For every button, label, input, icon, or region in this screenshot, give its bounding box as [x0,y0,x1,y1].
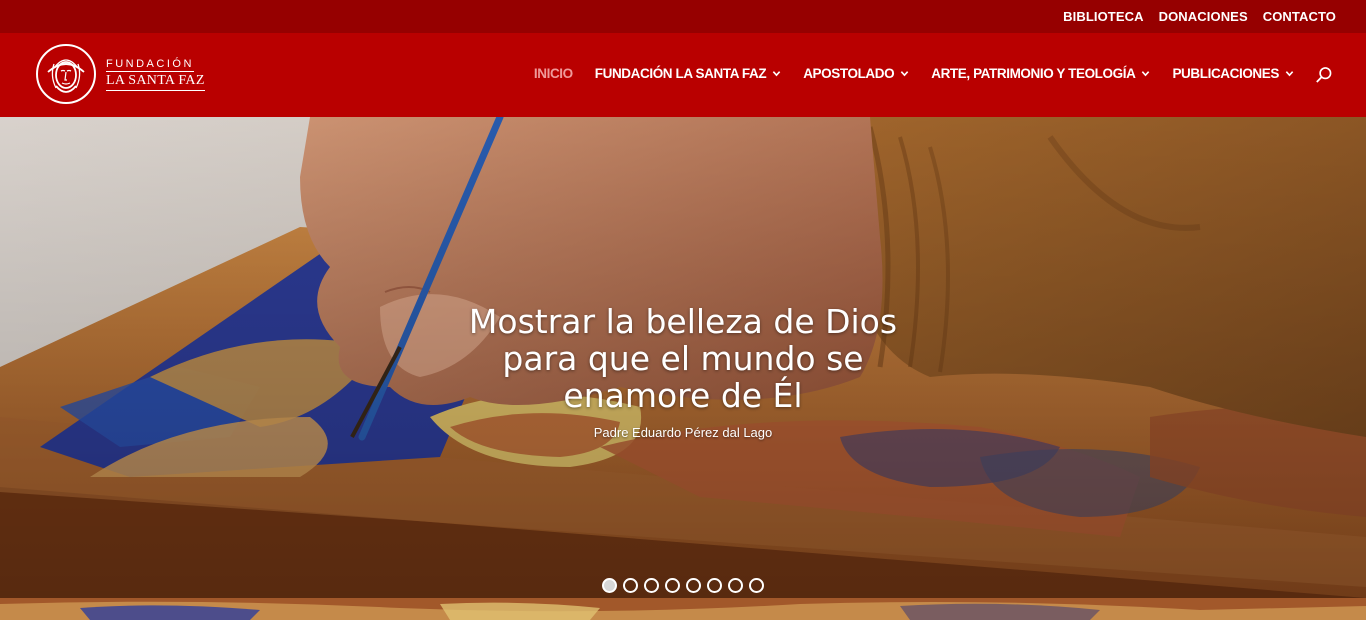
biblioteca-link[interactable]: BIBLIOTECA [1063,9,1143,24]
primary-menu: INICIO FUNDACIÓN LA SANTA FAZ APOSTOLADO… [534,66,1294,81]
slider-dot-8[interactable] [749,578,764,593]
chevron-down-icon [900,71,909,77]
menu-item-inicio[interactable]: INICIO [534,66,573,81]
hero-title-line: para que el mundo se [502,339,864,378]
slider-dot-7[interactable] [728,578,743,593]
menu-item-arte-patrimonio-teologia[interactable]: ARTE, PATRIMONIO Y TEOLOGÍA [931,66,1150,81]
main-navigation: FUNDACIÓN LA SANTA FAZ INICIO FUNDACIÓN … [0,33,1366,117]
contacto-link[interactable]: CONTACTO [1263,9,1336,24]
slider-dot-5[interactable] [686,578,701,593]
chevron-down-icon [1285,71,1294,77]
donaciones-link[interactable]: DONACIONES [1159,9,1248,24]
hero-title-line: Mostrar la belleza de Dios [468,302,898,341]
menu-item-label: FUNDACIÓN LA SANTA FAZ [594,66,767,81]
hero-title-line: enamore de Él [563,376,803,415]
logo-line-la-santa-faz: LA SANTA FAZ [106,73,205,91]
slider-pagination [0,578,1366,593]
next-section-image [0,598,1366,620]
search-icon[interactable] [1315,66,1333,84]
menu-item-label: APOSTOLADO [803,66,895,81]
menu-item-label: ARTE, PATRIMONIO Y TEOLOGÍA [931,66,1136,81]
menu-item-apostolado[interactable]: APOSTOLADO [803,66,909,81]
hero-title: Mostrar la belleza de Dios para que el m… [0,303,1366,414]
logo-line-fundacion: FUNDACIÓN [106,57,194,72]
chevron-down-icon [1142,71,1150,77]
slider-dot-6[interactable] [707,578,722,593]
menu-item-publicaciones[interactable]: PUBLICACIONES [1172,66,1294,81]
slider-dot-1[interactable] [602,578,617,593]
slider-dot-3[interactable] [644,578,659,593]
menu-item-fundacion[interactable]: FUNDACIÓN LA SANTA FAZ [595,66,781,81]
menu-item-label: INICIO [533,66,573,81]
holy-face-logo-icon [36,44,96,104]
slider-dot-2[interactable] [623,578,638,593]
hero-subtitle: Padre Eduardo Pérez dal Lago [593,425,773,440]
site-logo[interactable]: FUNDACIÓN LA SANTA FAZ [34,42,205,106]
chevron-down-icon [772,71,781,77]
slider-dot-4[interactable] [665,578,680,593]
top-utility-bar: BIBLIOTECA DONACIONES CONTACTO [0,0,1366,33]
hero-slider: Mostrar la belleza de Dios para que el m… [0,117,1366,598]
menu-item-label: PUBLICACIONES [1172,66,1279,81]
